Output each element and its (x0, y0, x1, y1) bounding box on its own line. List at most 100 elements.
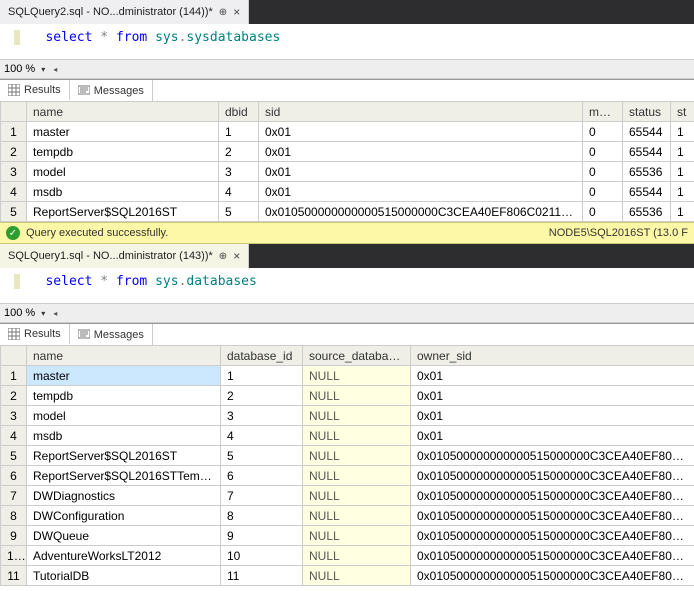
cell-owner-sid[interactable]: 0x010500000000000515000000C3CEA40EF806C0… (411, 486, 694, 506)
cell-st[interactable]: 1 (671, 182, 694, 202)
pin-icon[interactable]: ⊕ (219, 7, 227, 18)
cell-owner-sid[interactable]: 0x01 (411, 406, 694, 426)
cell-name[interactable]: ReportServer$SQL2016ST (27, 446, 221, 466)
col-name[interactable]: name (27, 102, 219, 122)
cell-sid[interactable]: 0x01 (259, 162, 583, 182)
col-name[interactable]: name (27, 346, 221, 366)
pin-icon[interactable]: ⊕ (219, 251, 227, 262)
cell-name[interactable]: msdb (27, 426, 221, 446)
table-row[interactable]: 4msdb40x010655441 (1, 182, 694, 202)
col-database-id[interactable]: database_id (221, 346, 303, 366)
cell-dbid[interactable]: 2 (219, 142, 259, 162)
cell-owner-sid[interactable]: 0x010500000000000515000000C3CEA40EF806C0… (411, 526, 694, 546)
cell-name[interactable]: ReportServer$SQL2016STTempDB (27, 466, 221, 486)
cell-dbid[interactable]: 5 (219, 202, 259, 222)
cell-database-id[interactable]: 7 (221, 486, 303, 506)
cell-dbid[interactable]: 4 (219, 182, 259, 202)
tab-messages[interactable]: Messages (70, 324, 153, 345)
col-sid[interactable]: sid (259, 102, 583, 122)
table-row[interactable]: 8DWConfiguration8NULL0x01050000000000051… (1, 506, 694, 526)
cell-owner-sid[interactable]: 0x010500000000000515000000C3CEA40EF806C0… (411, 446, 694, 466)
cell-st[interactable]: 1 (671, 122, 694, 142)
table-row[interactable]: 3model30x010655361 (1, 162, 694, 182)
sql-editor-1[interactable]: select * from sys.sysdatabases (0, 24, 694, 59)
close-icon[interactable]: × (233, 249, 240, 263)
cell-status[interactable]: 65536 (623, 202, 671, 222)
table-row[interactable]: 7DWDiagnostics7NULL0x0105000000000005150… (1, 486, 694, 506)
zoom-value[interactable]: 100 % (4, 63, 35, 75)
cell-name[interactable]: TutorialDB (27, 566, 221, 586)
cell-status[interactable]: 65536 (623, 162, 671, 182)
cell-owner-sid[interactable]: 0x01 (411, 426, 694, 446)
cell-source-database-id[interactable]: NULL (303, 566, 411, 586)
cell-database-id[interactable]: 4 (221, 426, 303, 446)
cell-database-id[interactable]: 1 (221, 366, 303, 386)
cell-name[interactable]: master (27, 122, 219, 142)
cell-name[interactable]: model (27, 162, 219, 182)
cell-status[interactable]: 65544 (623, 182, 671, 202)
cell-sid[interactable]: 0x010500000000000515000000C3CEA40EF806C0… (259, 202, 583, 222)
table-row[interactable]: 4msdb4NULL0x01 (1, 426, 694, 446)
table-row[interactable]: 11TutorialDB11NULL0x01050000000000051500… (1, 566, 694, 586)
cell-database-id[interactable]: 2 (221, 386, 303, 406)
cell-source-database-id[interactable]: NULL (303, 466, 411, 486)
cell-st[interactable]: 1 (671, 202, 694, 222)
table-row[interactable]: 9DWQueue9NULL0x010500000000000515000000C… (1, 526, 694, 546)
cell-dbid[interactable]: 3 (219, 162, 259, 182)
cell-name[interactable]: AdventureWorksLT2012 (27, 546, 221, 566)
table-row[interactable]: 2tempdb20x010655441 (1, 142, 694, 162)
cell-mode[interactable]: 0 (583, 202, 623, 222)
cell-database-id[interactable]: 9 (221, 526, 303, 546)
cell-mode[interactable]: 0 (583, 162, 623, 182)
cell-owner-sid[interactable]: 0x01 (411, 366, 694, 386)
chevron-down-icon[interactable]: ▾ (37, 309, 49, 318)
cell-database-id[interactable]: 5 (221, 446, 303, 466)
cell-source-database-id[interactable]: NULL (303, 506, 411, 526)
table-row[interactable]: 5ReportServer$SQL2016ST5NULL0x0105000000… (1, 446, 694, 466)
table-row[interactable]: 10AdventureWorksLT201210NULL0x0105000000… (1, 546, 694, 566)
tab-results[interactable]: Results (0, 324, 70, 345)
tab-messages[interactable]: Messages (70, 80, 153, 101)
caret-left-icon[interactable]: ◂ (51, 65, 59, 74)
cell-mode[interactable]: 0 (583, 122, 623, 142)
cell-mode[interactable]: 0 (583, 142, 623, 162)
table-row[interactable]: 6ReportServer$SQL2016STTempDB6NULL0x0105… (1, 466, 694, 486)
col-status[interactable]: status (623, 102, 671, 122)
table-row[interactable]: 1master1NULL0x01 (1, 366, 694, 386)
cell-name[interactable]: DWConfiguration (27, 506, 221, 526)
cell-database-id[interactable]: 11 (221, 566, 303, 586)
cell-status[interactable]: 65544 (623, 122, 671, 142)
cell-status[interactable]: 65544 (623, 142, 671, 162)
zoom-value[interactable]: 100 % (4, 307, 35, 319)
cell-owner-sid[interactable]: 0x010500000000000515000000C3CEA40EF806C0… (411, 506, 694, 526)
cell-database-id[interactable]: 6 (221, 466, 303, 486)
results-grid-1[interactable]: name dbid sid mode status st 1master10x0… (0, 101, 694, 222)
cell-source-database-id[interactable]: NULL (303, 386, 411, 406)
close-icon[interactable]: × (233, 5, 240, 19)
table-row[interactable]: 1master10x010655441 (1, 122, 694, 142)
chevron-down-icon[interactable]: ▾ (37, 65, 49, 74)
cell-source-database-id[interactable]: NULL (303, 366, 411, 386)
cell-owner-sid[interactable]: 0x01 (411, 386, 694, 406)
col-rowhdr[interactable] (1, 102, 27, 122)
cell-owner-sid[interactable]: 0x010500000000000515000000C3CEA40EF806C0… (411, 466, 694, 486)
cell-name[interactable]: DWQueue (27, 526, 221, 546)
results-grid-2[interactable]: name database_id source_database_id owne… (0, 345, 694, 586)
cell-source-database-id[interactable]: NULL (303, 486, 411, 506)
cell-database-id[interactable]: 10 (221, 546, 303, 566)
caret-left-icon[interactable]: ◂ (51, 309, 59, 318)
table-row[interactable]: 2tempdb2NULL0x01 (1, 386, 694, 406)
sql-editor-2[interactable]: select * from sys.databases (0, 268, 694, 303)
cell-name[interactable]: ReportServer$SQL2016ST (27, 202, 219, 222)
table-row[interactable]: 3model3NULL0x01 (1, 406, 694, 426)
cell-source-database-id[interactable]: NULL (303, 526, 411, 546)
editor-tab-2[interactable]: SQLQuery1.sql - NO...dministrator (143))… (0, 244, 249, 268)
cell-database-id[interactable]: 3 (221, 406, 303, 426)
col-dbid[interactable]: dbid (219, 102, 259, 122)
cell-name[interactable]: tempdb (27, 142, 219, 162)
cell-sid[interactable]: 0x01 (259, 142, 583, 162)
cell-sid[interactable]: 0x01 (259, 182, 583, 202)
col-owner-sid[interactable]: owner_sid (411, 346, 694, 366)
cell-name[interactable]: msdb (27, 182, 219, 202)
col-source-database-id[interactable]: source_database_id (303, 346, 411, 366)
